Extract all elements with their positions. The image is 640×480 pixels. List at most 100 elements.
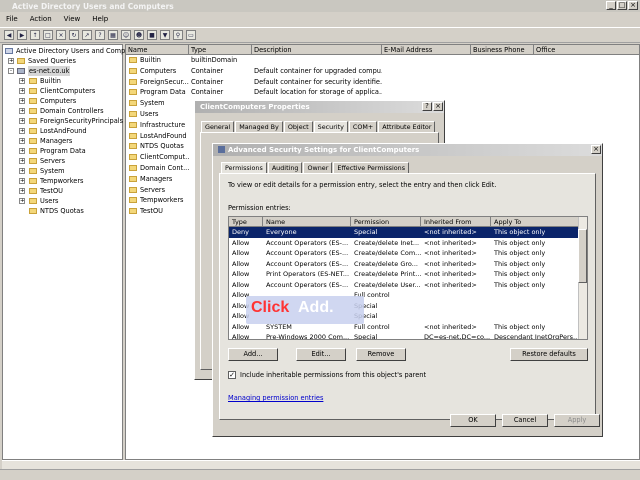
expand-icon[interactable]: + — [19, 198, 25, 204]
column-header-office[interactable]: Office — [534, 45, 639, 55]
close-button[interactable]: × — [628, 1, 638, 10]
vertical-scrollbar[interactable] — [578, 217, 587, 339]
menu-action[interactable]: Action — [30, 15, 52, 26]
minimize-button[interactable]: _ — [606, 1, 616, 10]
tree-item[interactable]: + TestOU — [3, 186, 122, 196]
menu-help[interactable]: Help — [92, 15, 108, 26]
expand-icon[interactable]: + — [19, 118, 25, 124]
expand-icon[interactable]: + — [19, 98, 25, 104]
tree-item[interactable]: + LostAndFound — [3, 126, 122, 136]
permission-entry-row[interactable]: Deny Everyone Special <not inherited> This o… — [229, 227, 587, 238]
remove-button[interactable]: Remove — [356, 348, 406, 361]
tab-attribute-editor[interactable]: Attribute Editor — [378, 121, 436, 132]
tab-security[interactable]: Security — [313, 121, 348, 132]
tree-item[interactable]: + Computers — [3, 96, 122, 106]
column-name[interactable]: Name — [263, 217, 351, 227]
managing-permissions-link[interactable]: Managing permission entries — [228, 394, 323, 402]
tree-item[interactable]: + Users — [3, 196, 122, 206]
column-inherited-from[interactable]: Inherited From — [421, 217, 491, 227]
column-type[interactable]: Type — [229, 217, 263, 227]
add-group-icon[interactable]: ☻ — [134, 30, 144, 40]
permission-entry-row[interactable]: Allow Account Operators (ES-... Create/del… — [229, 259, 587, 270]
delete-icon[interactable]: × — [56, 30, 66, 40]
column-apply-to[interactable]: Apply To — [491, 217, 579, 227]
tree-item[interactable]: + Managers — [3, 136, 122, 146]
add-button[interactable]: Add... — [228, 348, 278, 361]
permission-entry-row[interactable]: Allow Print Operators (ES-NET... Create/de… — [229, 269, 587, 280]
list-item[interactable]: Computers Container Default container for … — [126, 66, 639, 77]
properties-icon[interactable]: □ — [43, 30, 53, 40]
expand-icon[interactable]: + — [19, 78, 25, 84]
list-item[interactable]: ForeignSecur... Container Default containe… — [126, 77, 639, 88]
forward-icon[interactable]: ▶ — [17, 30, 27, 40]
tree-item[interactable]: + ClientComputers — [3, 86, 122, 96]
tree-item[interactable]: + System — [3, 166, 122, 176]
console-icon[interactable]: ▦ — [108, 30, 118, 40]
list-item[interactable]: Program Data Container Default location fo… — [126, 87, 639, 98]
expand-icon[interactable]: + — [19, 158, 25, 164]
expand-icon[interactable]: + — [19, 178, 25, 184]
expand-icon[interactable]: + — [19, 138, 25, 144]
tree-item[interactable]: + Domain Controllers — [3, 106, 122, 116]
tree-item-domain[interactable]: - es-net.co.uk — [3, 66, 122, 76]
expand-icon[interactable]: + — [19, 188, 25, 194]
tab-auditing[interactable]: Auditing — [267, 162, 303, 173]
tab-owner[interactable]: Owner — [303, 162, 333, 173]
tree-item[interactable]: + Builtin — [3, 76, 122, 86]
back-icon[interactable]: ◀ — [4, 30, 14, 40]
collapse-icon[interactable]: - — [8, 68, 14, 74]
tree-item[interactable]: + Program Data — [3, 146, 122, 156]
tab-permissions[interactable]: Permissions — [221, 162, 267, 173]
expand-icon[interactable]: + — [19, 128, 25, 134]
apply-button[interactable]: Apply — [554, 414, 600, 427]
expand-icon[interactable]: + — [19, 168, 25, 174]
inherit-checkbox[interactable]: ✓ — [228, 371, 236, 379]
close-button[interactable]: × — [591, 145, 601, 154]
add-ou-icon[interactable]: ■ — [147, 30, 157, 40]
expand-icon[interactable]: + — [8, 58, 14, 64]
tree-item[interactable]: + ForeignSecurityPrincipals — [3, 116, 123, 126]
find-icon[interactable]: ⚲ — [173, 30, 183, 40]
column-header-phone[interactable]: Business Phone — [471, 45, 534, 55]
horizontal-scrollbar[interactable] — [2, 460, 640, 469]
tree-item[interactable]: + Servers — [3, 156, 122, 166]
list-item[interactable]: Builtin builtinDomain — [126, 55, 639, 66]
expand-icon[interactable]: + — [19, 88, 25, 94]
edit-button[interactable]: Edit... — [296, 348, 346, 361]
tab-effective-permissions[interactable]: Effective Permissions — [333, 162, 410, 173]
permission-entry-row[interactable]: Allow Account Operators (ES-... Create/del… — [229, 248, 587, 259]
tab-com-plus[interactable]: COM+ — [348, 121, 378, 132]
folder-icon[interactable]: ▭ — [186, 30, 196, 40]
permission-entry-row[interactable]: Allow Pre-Windows 2000 Com... Special DC=es… — [229, 332, 587, 339]
menu-file[interactable]: File — [6, 15, 18, 26]
column-header-description[interactable]: Description — [252, 45, 382, 55]
tree-item-saved-queries[interactable]: + Saved Queries — [3, 56, 122, 66]
tab-object[interactable]: Object — [283, 121, 313, 132]
tab-managed-by[interactable]: Managed By — [235, 121, 283, 132]
help-icon[interactable]: ? — [95, 30, 105, 40]
restore-defaults-button[interactable]: Restore defaults — [510, 348, 588, 361]
up-icon[interactable]: ↑ — [30, 30, 40, 40]
maximize-button[interactable]: □ — [617, 1, 627, 10]
scrollbar-thumb[interactable] — [578, 229, 587, 283]
permission-entry-row[interactable]: Allow Account Operators (ES-... Create/del… — [229, 280, 587, 291]
menu-view[interactable]: View — [64, 15, 81, 26]
tree-root[interactable]: Active Directory Users and Comput — [3, 46, 132, 56]
expand-icon[interactable]: + — [19, 108, 25, 114]
expand-icon[interactable]: + — [19, 148, 25, 154]
column-header-email[interactable]: E-Mail Address — [382, 45, 471, 55]
ok-button[interactable]: OK — [450, 414, 496, 427]
column-header-type[interactable]: Type — [189, 45, 252, 55]
filter-icon[interactable]: ▼ — [160, 30, 170, 40]
add-user-icon[interactable]: ☺ — [121, 30, 131, 40]
tab-general[interactable]: General — [201, 121, 235, 132]
export-icon[interactable]: ↗ — [82, 30, 92, 40]
cancel-button[interactable]: Cancel — [502, 414, 548, 427]
refresh-icon[interactable]: ↻ — [69, 30, 79, 40]
tree-item[interactable]: + Tempworkers — [3, 176, 122, 186]
column-header-name[interactable]: Name — [126, 45, 189, 55]
column-permission[interactable]: Permission — [351, 217, 421, 227]
permission-entry-row[interactable]: Allow Account Operators (ES-... Create/del… — [229, 238, 587, 249]
close-button[interactable]: × — [433, 102, 443, 111]
tree-item[interactable]: NTDS Quotas — [3, 206, 122, 216]
